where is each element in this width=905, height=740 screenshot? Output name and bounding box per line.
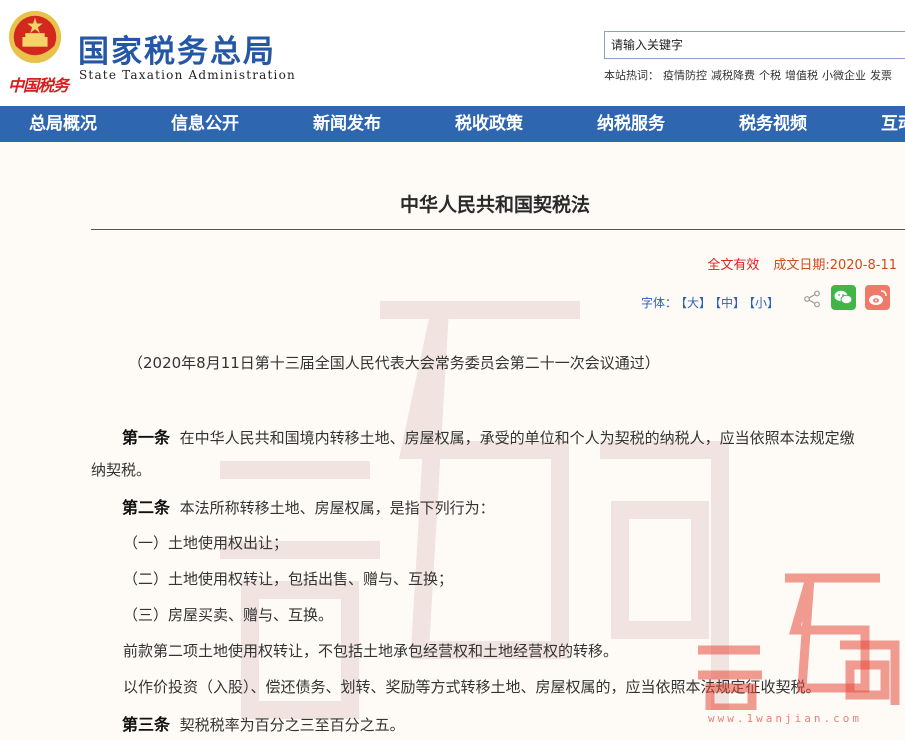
paragraph: 以作价投资（入股）、偿还债务、划转、奖励等方式转移土地、房屋权属的，应当依照本法… — [123, 678, 821, 696]
preamble: （2020年8月11日第十三届全国人民代表大会常务委员会第二十一次会议通过） — [128, 354, 660, 372]
watermark-logo: www.1wanjian.com — [690, 570, 900, 735]
hot-word[interactable]: 发票 — [870, 69, 892, 82]
article-3-text: 契税税率为百分之三至百分之五。 — [179, 716, 405, 734]
article-1-text: 在中华人民共和国境内转移土地、房屋权属，承受的单位和个人为契税的纳税人，应当依照… — [179, 429, 855, 447]
list-item: （二）土地使用权转让，包括出售、赠与、互换； — [123, 570, 454, 588]
font-size-label: 字体： — [641, 296, 678, 310]
nav-item-video[interactable]: 税务视频 — [739, 106, 807, 142]
list-item: （一）土地使用权出让； — [123, 534, 289, 552]
title-divider — [91, 229, 905, 230]
brand-script-logo: 中国税务 — [8, 76, 69, 95]
font-size-controls: 字体： 【大】 【中】 【小】 — [641, 294, 783, 311]
hot-word[interactable]: 小微企业 — [822, 69, 866, 82]
article-3: 第三条 契税税率为百分之三至百分之五。 — [122, 711, 405, 735]
nav-item-service[interactable]: 纳税服务 — [597, 106, 665, 142]
article-meta: 全文有效 成文日期:2020-8-11 — [707, 254, 897, 273]
article-3-heading: 第三条 — [122, 715, 171, 734]
article-2-text: 本法所称转移土地、房屋权属，是指下列行为： — [179, 499, 495, 517]
validity-status: 全文有效 — [707, 258, 760, 273]
hot-word[interactable]: 减税降费 — [711, 69, 755, 82]
nav-item-disclosure[interactable]: 信息公开 — [171, 106, 239, 142]
share-icon[interactable] — [803, 290, 821, 308]
article-1-line-1: 第一条 在中华人民共和国境内转移土地、房屋权属，承受的单位和个人为契税的纳税人，… — [122, 424, 855, 448]
paragraph: 前款第二项土地使用权转让，不包括土地承包经营权和土地经营权的转移。 — [123, 642, 619, 660]
site-title[interactable]: 国家税务总局 — [78, 26, 276, 71]
article-1-line-2: 纳契税。 — [91, 461, 152, 479]
article-2: 第二条 本法所称转移土地、房屋权属，是指下列行为： — [122, 494, 495, 518]
font-size-large-button[interactable]: 【大】 — [681, 296, 711, 310]
main-nav: 总局概况 信息公开 新闻发布 税收政策 纳税服务 税务视频 互动 — [0, 106, 905, 142]
national-emblem-icon[interactable] — [6, 8, 64, 66]
publish-date: 成文日期:2020-8-11 — [773, 258, 897, 273]
article-title: 中华人民共和国契税法 — [399, 194, 590, 216]
nav-item-policy[interactable]: 税收政策 — [455, 106, 523, 142]
site-subtitle: State Taxation Administration — [79, 68, 296, 82]
list-item: （三）房屋买卖、赠与、互换。 — [123, 606, 334, 624]
wechat-share-icon[interactable] — [831, 285, 856, 310]
search-input[interactable]: 请输入关键字 — [604, 31, 905, 59]
site-header: 中国税务 国家税务总局 State Taxation Administratio… — [0, 0, 905, 106]
watermark-url: www.1wanjian.com — [708, 712, 862, 725]
font-size-small-button[interactable]: 【小】 — [749, 296, 779, 310]
nav-item-news[interactable]: 新闻发布 — [313, 106, 381, 142]
article-1-heading: 第一条 — [122, 428, 171, 447]
hot-words: 本站热词： 疫情防控 减税降费 个税 增值税 小微企业 发票 — [604, 67, 896, 83]
hot-word[interactable]: 疫情防控 — [663, 69, 707, 82]
weibo-share-icon[interactable] — [865, 285, 890, 310]
nav-item-overview[interactable]: 总局概况 — [29, 106, 97, 142]
article-2-heading: 第二条 — [122, 498, 171, 517]
font-size-medium-button[interactable]: 【中】 — [715, 296, 745, 310]
nav-item-interaction[interactable]: 互动 — [881, 106, 905, 142]
hot-word[interactable]: 增值税 — [785, 69, 818, 82]
hot-words-label: 本站热词： — [604, 69, 659, 82]
hot-word[interactable]: 个税 — [759, 69, 781, 82]
